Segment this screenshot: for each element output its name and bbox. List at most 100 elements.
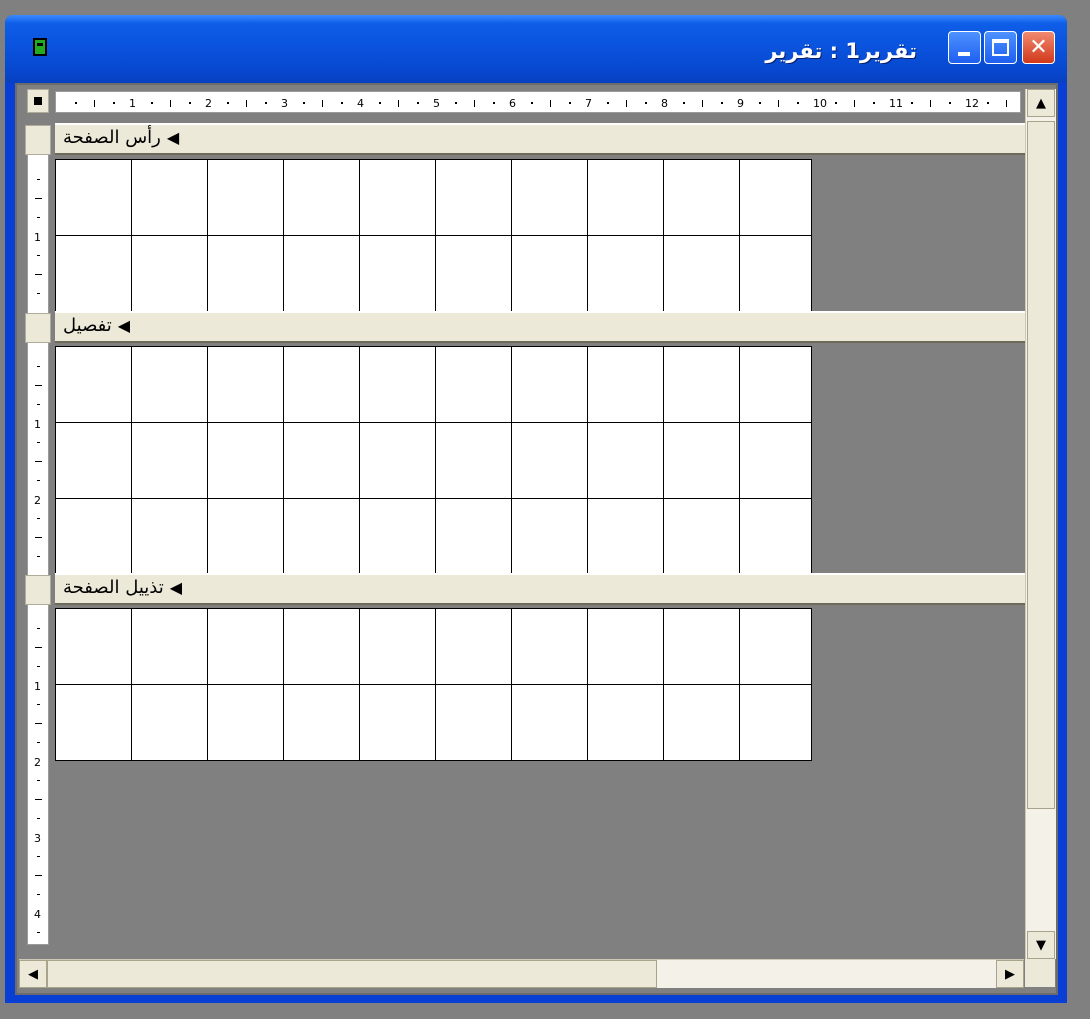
section-arrow-icon: ◀ xyxy=(169,578,183,597)
detail-label: ◀ تفصيل xyxy=(63,315,131,336)
ruler-tick xyxy=(37,442,40,443)
page-footer-grid[interactable] xyxy=(55,608,812,761)
ruler-number: 1 xyxy=(34,418,41,431)
ruler-number: 11 xyxy=(889,97,903,110)
ruler-tick xyxy=(227,102,229,104)
ruler-tick xyxy=(721,102,723,104)
ruler-tick xyxy=(417,102,419,104)
vertical-ruler-ticks: 1 1 2 1 2 3 4 xyxy=(34,179,42,933)
ruler-tick xyxy=(683,102,685,104)
scroll-left-button[interactable]: ◀ xyxy=(19,960,47,988)
ruler-tick xyxy=(1006,100,1007,107)
page-header-bar[interactable]: ◀ رأس الصفحة xyxy=(55,123,1025,155)
minimize-button[interactable] xyxy=(948,31,981,64)
ruler-tick xyxy=(37,856,40,857)
ruler-number: 2 xyxy=(34,756,41,769)
ruler-tick xyxy=(835,102,837,104)
ruler-tick xyxy=(949,102,951,104)
vertical-scrollbar[interactable]: ▲ ▼ xyxy=(1025,89,1056,959)
report-icon[interactable] xyxy=(33,38,47,56)
ruler-tick xyxy=(854,100,855,107)
ruler-number: 8 xyxy=(661,97,668,110)
ruler-tick xyxy=(189,102,191,104)
page-header-selector[interactable] xyxy=(25,125,51,155)
maximize-button[interactable] xyxy=(984,31,1017,64)
page-footer-bar[interactable]: ◀ تذييل الصفحة xyxy=(55,573,1025,605)
ruler-tick xyxy=(35,461,42,462)
arrow-down-icon: ▼ xyxy=(1036,937,1046,953)
detail-bar[interactable]: ◀ تفصيل xyxy=(55,311,1025,343)
close-icon: ✕ xyxy=(1029,35,1048,60)
horizontal-ruler-ticks: 1 2 3 4 5 6 7 8 9 10 11 12 xyxy=(75,97,1007,110)
ruler-tick xyxy=(37,704,40,705)
ruler-number: 5 xyxy=(433,97,440,110)
ruler-number: 7 xyxy=(585,97,592,110)
ruler-tick xyxy=(265,102,267,104)
scroll-up-button[interactable]: ▲ xyxy=(1027,89,1055,117)
ruler-number: 1 xyxy=(34,231,41,244)
report-selector[interactable] xyxy=(27,89,49,113)
ruler-tick xyxy=(303,102,305,104)
minimize-icon xyxy=(958,52,970,56)
ruler-tick xyxy=(759,102,761,104)
ruler-tick xyxy=(37,780,40,781)
horizontal-scroll-thumb[interactable] xyxy=(47,960,657,988)
ruler-tick xyxy=(930,100,931,107)
ruler-tick xyxy=(37,518,40,519)
page-footer-selector[interactable] xyxy=(25,575,51,605)
title-bar[interactable]: تقرير1 : تقرير ✕ xyxy=(5,15,1067,83)
arrow-up-icon: ▲ xyxy=(1036,95,1046,111)
ruler-tick xyxy=(37,255,40,256)
section-arrow-icon: ◀ xyxy=(117,316,131,335)
ruler-tick xyxy=(379,102,381,104)
ruler-tick xyxy=(37,628,40,629)
ruler-tick xyxy=(569,102,571,104)
ruler-tick xyxy=(873,102,875,104)
ruler-tick xyxy=(37,366,40,367)
ruler-tick xyxy=(607,102,609,104)
ruler-tick xyxy=(37,666,40,667)
report-design-window: تقرير1 : تقرير ✕ 1 2 3 4 5 6 7 8 9 10 11 12 1121234… xyxy=(5,15,1067,1003)
horizontal-ruler[interactable]: 1 2 3 4 5 6 7 8 9 10 11 12 xyxy=(55,91,1021,113)
ruler-tick xyxy=(341,102,343,104)
ruler-tick xyxy=(35,647,42,648)
ruler-tick xyxy=(151,102,153,104)
ruler-tick xyxy=(778,100,779,107)
ruler-tick xyxy=(531,102,533,104)
detail-grid[interactable] xyxy=(55,346,812,574)
ruler-number: 4 xyxy=(34,908,41,921)
size-grip[interactable] xyxy=(1025,959,1055,987)
ruler-tick xyxy=(797,102,799,104)
ruler-number: 9 xyxy=(737,97,744,110)
ruler-tick xyxy=(37,179,40,180)
scroll-right-button[interactable]: ▶ xyxy=(996,960,1024,988)
ruler-number: 1 xyxy=(34,680,41,693)
ruler-number: 3 xyxy=(281,97,288,110)
scroll-down-button[interactable]: ▼ xyxy=(1027,931,1055,959)
ruler-tick xyxy=(35,875,42,876)
ruler-tick xyxy=(37,818,40,819)
vertical-ruler[interactable]: 1 1 2 1 2 3 4 xyxy=(27,125,49,945)
detail-selector[interactable] xyxy=(25,313,51,343)
ruler-tick xyxy=(37,480,40,481)
ruler-tick xyxy=(37,742,40,743)
ruler-tick xyxy=(35,799,42,800)
ruler-tick xyxy=(94,100,95,107)
ruler-number: 3 xyxy=(34,832,41,845)
ruler-tick xyxy=(246,100,247,107)
ruler-tick xyxy=(37,894,40,895)
close-button[interactable]: ✕ xyxy=(1022,31,1055,64)
ruler-tick xyxy=(322,100,323,107)
ruler-number: 2 xyxy=(34,494,41,507)
ruler-tick xyxy=(37,556,40,557)
ruler-tick xyxy=(626,100,627,107)
section-arrow-icon: ◀ xyxy=(166,128,180,147)
page-header-grid[interactable] xyxy=(55,159,812,312)
ruler-tick xyxy=(37,932,40,933)
horizontal-scrollbar[interactable]: ◀ ▶ xyxy=(19,959,1024,988)
ruler-tick xyxy=(113,102,115,104)
vertical-scroll-thumb[interactable] xyxy=(1027,121,1055,809)
ruler-number: 1 xyxy=(129,97,136,110)
ruler-tick xyxy=(550,100,551,107)
ruler-number: 4 xyxy=(357,97,364,110)
